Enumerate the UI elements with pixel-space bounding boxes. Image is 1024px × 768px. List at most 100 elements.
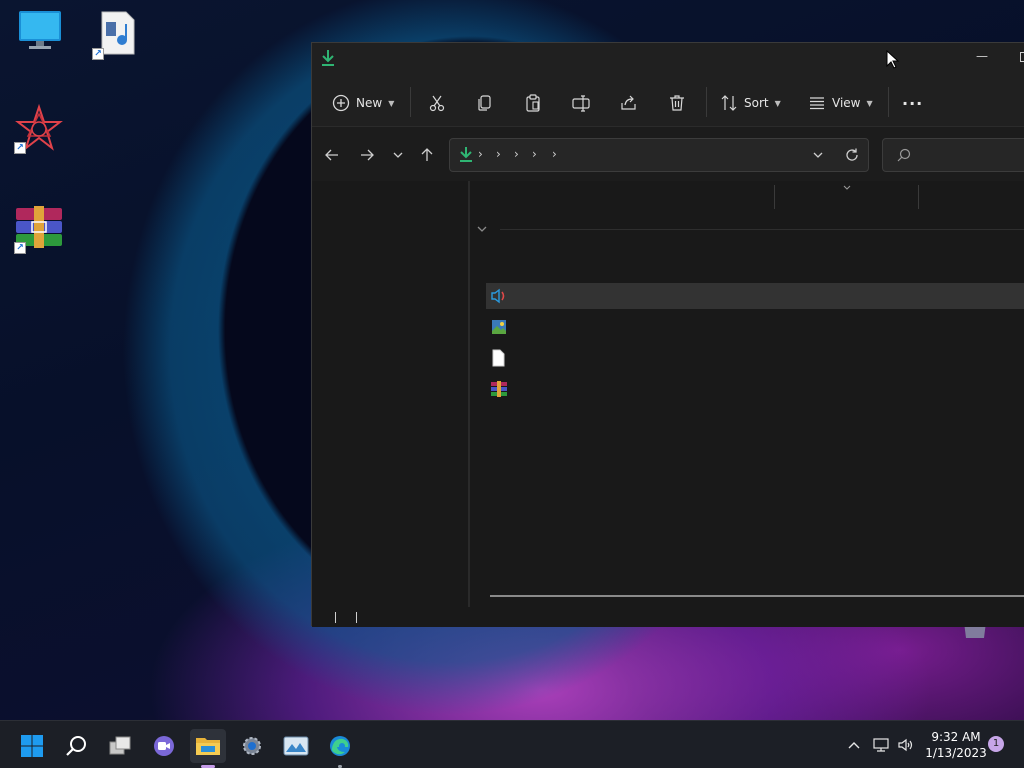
forward-button[interactable] — [357, 145, 377, 165]
file-list[interactable] — [472, 181, 1024, 607]
chevron-up-icon — [848, 742, 860, 749]
downloads-icon — [320, 49, 336, 70]
shortcut-arrow-icon: ↗ — [92, 48, 104, 60]
rename-button[interactable] — [572, 89, 590, 117]
star-app-desktop-icon[interactable]: ↗ — [14, 103, 64, 154]
file-row[interactable] — [486, 376, 1024, 402]
audio-app-icon — [491, 288, 505, 304]
more-options-button[interactable]: ··· — [902, 89, 923, 117]
trash-icon — [670, 95, 684, 111]
toolbar-separator — [888, 87, 889, 117]
column-divider[interactable] — [774, 185, 775, 209]
start-button[interactable] — [14, 729, 50, 763]
breadcrumb-chevron-icon[interactable]: › — [552, 147, 557, 161]
sort-arrows-icon — [721, 95, 737, 111]
paste-button[interactable] — [524, 89, 542, 117]
photos-taskbar-button[interactable] — [278, 729, 314, 763]
delete-button[interactable] — [668, 89, 686, 117]
chevron-down-icon: ▼ — [388, 98, 395, 108]
file-row[interactable] — [486, 314, 1024, 340]
maximize-button[interactable] — [1020, 52, 1024, 62]
view-list-icon — [810, 97, 824, 110]
breadcrumb-chevron-icon[interactable]: › — [496, 147, 501, 161]
clock-time: 9:32 AM — [931, 730, 981, 744]
refresh-icon — [846, 148, 858, 161]
search-box[interactable] — [882, 138, 1024, 172]
photo-mountain-icon — [283, 736, 309, 756]
edge-browser-icon — [330, 736, 350, 756]
gear-icon — [243, 737, 261, 755]
monitor-icon — [19, 11, 61, 49]
this-pc-desktop-icon[interactable] — [15, 8, 65, 58]
shortcut-arrow-icon: ↗ — [14, 242, 26, 254]
blank-file-icon — [492, 349, 505, 367]
winrar-archive-icon — [491, 381, 507, 397]
search-icon — [897, 148, 911, 165]
clipboard-icon — [526, 94, 540, 112]
command-bar: New ▼ Sort ▼ View ▼ ··· — [312, 75, 1024, 127]
breadcrumb-chevron-icon[interactable]: › — [478, 147, 483, 161]
breadcrumb-chevron-icon[interactable]: › — [532, 147, 537, 161]
title-bar[interactable]: — — [312, 43, 1024, 75]
shortcut-arrow-icon: ↗ — [14, 142, 26, 154]
network-icon — [873, 738, 889, 752]
minimize-button[interactable]: — — [972, 49, 992, 63]
recent-locations-button[interactable] — [388, 145, 408, 165]
network-button[interactable] — [871, 735, 891, 755]
chevron-down-icon: ▼ — [774, 98, 781, 108]
horizontal-scrollbar[interactable] — [490, 595, 1024, 597]
new-button[interactable]: New ▼ — [332, 89, 394, 117]
media-file-desktop-icon[interactable]: ↗ — [92, 10, 142, 60]
file-row[interactable] — [486, 345, 1024, 371]
navigation-bar: › › › › › — [312, 127, 1024, 181]
edge-taskbar-button[interactable] — [322, 729, 358, 768]
chevron-down-icon: ▼ — [866, 98, 873, 108]
show-hidden-icons-button[interactable] — [844, 735, 864, 755]
file-explorer-taskbar-button[interactable] — [190, 729, 226, 768]
search-icon — [66, 736, 86, 756]
file-row[interactable] — [486, 283, 1024, 309]
cut-button[interactable] — [428, 89, 446, 117]
arrow-left-icon — [325, 149, 338, 161]
refresh-button[interactable] — [844, 147, 860, 166]
notification-badge[interactable]: 1 — [988, 736, 1004, 752]
status-divider — [335, 612, 336, 623]
share-button[interactable] — [620, 89, 638, 117]
sort-indicator-icon — [842, 181, 852, 195]
clock-date: 1/13/2023 — [925, 746, 987, 760]
copy-button[interactable] — [476, 89, 494, 117]
task-view-button[interactable] — [102, 729, 138, 763]
navigation-pane[interactable] — [312, 181, 470, 607]
column-divider[interactable] — [918, 185, 919, 209]
chat-camera-icon — [154, 736, 174, 756]
view-button[interactable]: View ▼ — [808, 89, 873, 117]
downloads-icon — [458, 146, 474, 167]
plus-circle-icon — [332, 94, 350, 112]
sort-button[interactable]: Sort ▼ — [720, 89, 781, 117]
file-explorer-window[interactable]: — New ▼ Sort ▼ View ▼ ··· › › › › › — [311, 42, 1024, 627]
status-divider — [356, 612, 357, 623]
speaker-icon — [898, 738, 913, 752]
volume-button[interactable] — [896, 735, 916, 755]
toolbar-separator — [706, 87, 707, 117]
arrow-right-icon — [361, 149, 374, 161]
chevron-down-icon — [393, 152, 403, 158]
search-taskbar-button[interactable] — [58, 729, 94, 763]
new-button-label: New — [356, 96, 383, 110]
address-history-button[interactable] — [812, 149, 824, 164]
toolbar-separator — [410, 87, 411, 117]
breadcrumb-chevron-icon[interactable]: › — [514, 147, 519, 161]
windows-logo-icon — [21, 735, 43, 757]
arrow-up-icon — [421, 148, 433, 161]
teams-chat-button[interactable] — [146, 729, 182, 763]
share-icon — [621, 95, 636, 110]
clock-button[interactable]: 9:32 AM 1/13/2023 — [922, 729, 990, 761]
scissors-icon — [429, 95, 445, 112]
status-bar — [312, 607, 1024, 627]
group-collapse-button[interactable] — [476, 223, 488, 238]
up-button[interactable] — [417, 145, 437, 165]
back-button[interactable] — [322, 145, 342, 165]
address-bar[interactable]: › › › › › — [449, 138, 869, 172]
settings-taskbar-button[interactable] — [234, 729, 270, 763]
winrar-desktop-icon[interactable]: ↗ — [14, 204, 64, 254]
